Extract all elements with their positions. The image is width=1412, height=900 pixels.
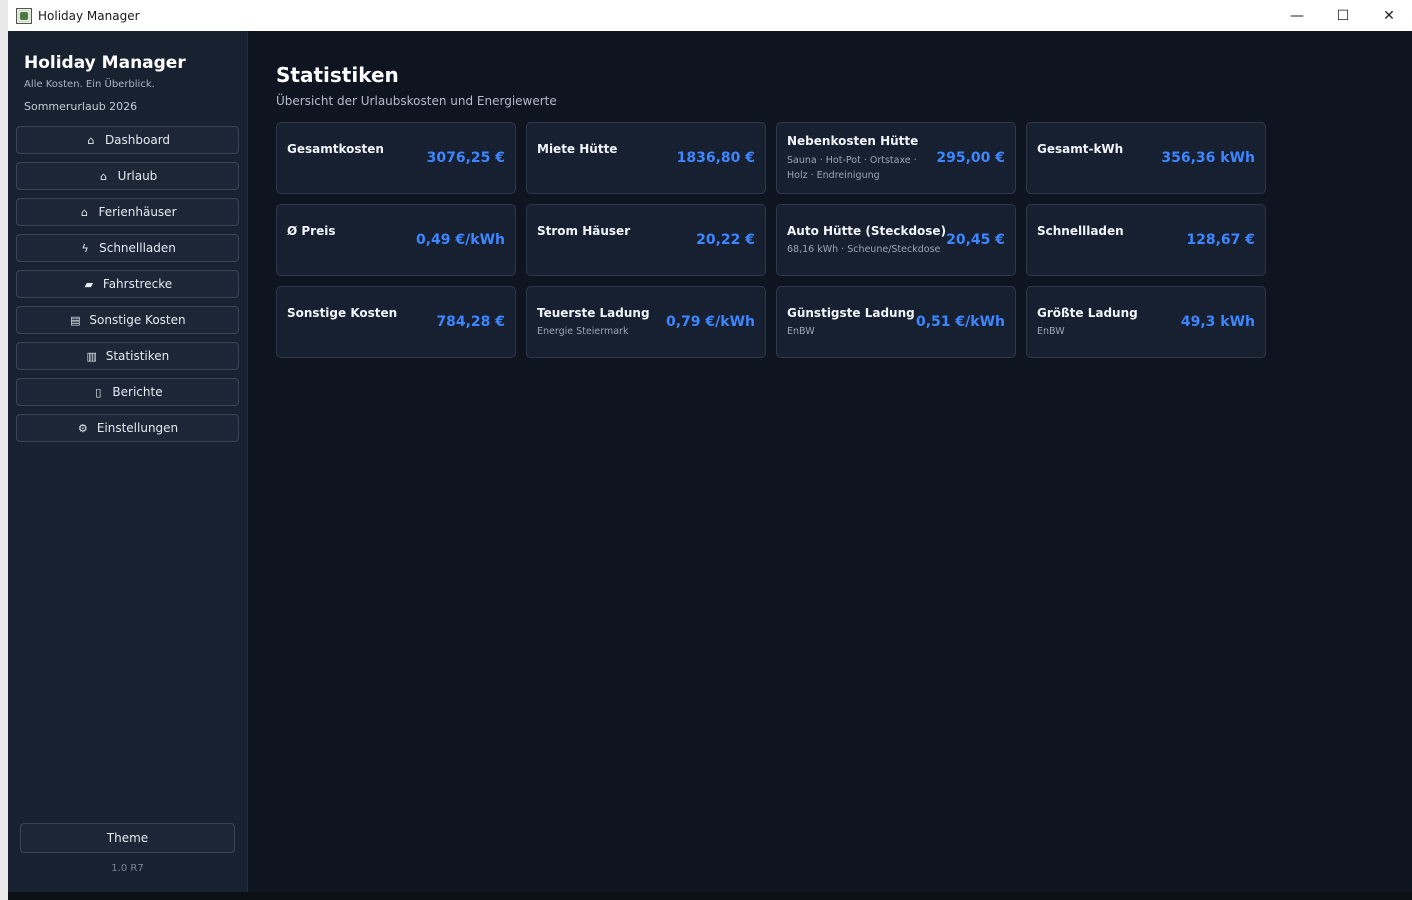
stat-value: 0,49 €/kWh bbox=[416, 232, 505, 248]
stat-value: 20,22 € bbox=[696, 232, 755, 248]
close-button[interactable]: ✕ bbox=[1366, 0, 1412, 31]
car-icon: ▰ bbox=[84, 277, 94, 291]
sidebar-item-label: Schnellladen bbox=[99, 241, 176, 255]
sidebar-item-fahrstrecke[interactable]: ▰ Fahrstrecke bbox=[16, 270, 239, 298]
stat-label: Strom Häuser bbox=[537, 224, 631, 238]
sidebar-item-dashboard[interactable]: ⌂ Dashboard bbox=[16, 126, 239, 154]
sidebar-item-schnellladen[interactable]: ϟ Schnellladen bbox=[16, 234, 239, 262]
stat-card-preis: Ø Preis 0,49 €/kWh bbox=[276, 204, 516, 276]
stat-label: Ø Preis bbox=[287, 224, 336, 238]
stat-card-schnellladen: Schnellladen 128,67 € bbox=[1026, 204, 1266, 276]
stat-sublabel: EnBW bbox=[787, 326, 815, 337]
stat-card-gesamtkosten: Gesamtkosten 3076,25 € bbox=[276, 122, 516, 194]
page-subtitle: Übersicht der Urlaubskosten und Energiew… bbox=[276, 94, 557, 108]
stat-card-auto-huette: Auto Hütte (Steckdose) 68,16 kWh · Scheu… bbox=[776, 204, 1016, 276]
stat-card-teuerste-ladung: Teuerste Ladung Energie Steiermark 0,79 … bbox=[526, 286, 766, 358]
tagline: Alle Kosten. Ein Überblick. bbox=[24, 79, 155, 90]
stat-value: 3076,25 € bbox=[426, 150, 505, 166]
sidebar-item-label: Urlaub bbox=[117, 169, 158, 183]
main-content: Statistiken Übersicht der Urlaubskosten … bbox=[248, 31, 1412, 892]
stat-card-sonstige-kosten: Sonstige Kosten 784,28 € bbox=[276, 286, 516, 358]
window-controls: — ☐ ✕ bbox=[1274, 0, 1412, 31]
stat-card-groesste-ladung: Größte Ladung EnBW 49,3 kWh bbox=[1026, 286, 1266, 358]
stat-card-miete-huette: Miete Hütte 1836,80 € bbox=[526, 122, 766, 194]
stat-label: Sonstige Kosten bbox=[287, 306, 398, 320]
cart-icon: ▤ bbox=[70, 313, 81, 327]
stat-value: 784,28 € bbox=[436, 314, 505, 330]
sidebar-item-einstellungen[interactable]: ⚙ Einstellungen bbox=[16, 414, 239, 442]
app-icon bbox=[16, 7, 32, 24]
stat-card-nebenkosten-huette: Nebenkosten Hütte Sauna · Hot-Pot · Orts… bbox=[776, 122, 1016, 194]
sidebar-item-label: Berichte bbox=[112, 385, 163, 399]
lightning-icon: ϟ bbox=[81, 241, 89, 255]
sidebar-item-label: Statistiken bbox=[105, 349, 170, 363]
sidebar-nav: ⌂ Dashboard ⌂ Urlaub ⌂ Ferienhäuser ϟ Sc… bbox=[16, 126, 239, 450]
stat-value: 1836,80 € bbox=[676, 150, 755, 166]
theme-button[interactable]: Theme bbox=[20, 823, 235, 853]
sidebar-item-label: Dashboard bbox=[104, 133, 171, 147]
stat-sublabel: 68,16 kWh · Scheune/Steckdose bbox=[787, 244, 941, 255]
stat-label: Günstigste Ladung bbox=[787, 306, 915, 320]
stat-card-strom-haeuser: Strom Häuser 20,22 € bbox=[526, 204, 766, 276]
sidebar: Holiday Manager Alle Kosten. Ein Überbli… bbox=[8, 31, 248, 892]
stat-label: Gesamtkosten bbox=[287, 142, 384, 156]
stat-value: 295,00 € bbox=[936, 150, 1005, 166]
document-icon: ▯ bbox=[95, 385, 102, 399]
stat-sublabel: Sauna · Hot-Pot · Ortstaxe · Holz · Endr… bbox=[787, 155, 917, 181]
minimize-button[interactable]: — bbox=[1274, 0, 1320, 31]
app-name: Holiday Manager bbox=[24, 53, 186, 73]
stat-label: Miete Hütte bbox=[537, 142, 618, 156]
stat-label: Schnellladen bbox=[1037, 224, 1124, 238]
maximize-button[interactable]: ☐ bbox=[1320, 0, 1366, 31]
page-title: Statistiken bbox=[276, 63, 399, 87]
stat-value: 0,79 €/kWh bbox=[666, 314, 755, 330]
stat-value: 0,51 €/kWh bbox=[916, 314, 1005, 330]
trip-name: Sommerurlaub 2026 bbox=[24, 100, 138, 113]
stat-label: Auto Hütte (Steckdose) bbox=[787, 224, 947, 238]
sidebar-item-sonstige-kosten[interactable]: ▤ Sonstige Kosten bbox=[16, 306, 239, 334]
sidebar-item-label: Einstellungen bbox=[96, 421, 179, 435]
taskbar-edge bbox=[8, 892, 1412, 900]
bar-chart-icon: ▥ bbox=[86, 349, 97, 363]
sidebar-item-urlaub[interactable]: ⌂ Urlaub bbox=[16, 162, 239, 190]
gear-icon: ⚙ bbox=[77, 421, 88, 435]
sidebar-item-label: Ferienhäuser bbox=[98, 205, 177, 219]
stat-card-guenstigste-ladung: Günstigste Ladung EnBW 0,51 €/kWh bbox=[776, 286, 1016, 358]
stat-value: 356,36 kWh bbox=[1161, 150, 1255, 166]
stat-label: Größte Ladung bbox=[1037, 306, 1138, 320]
house-icon: ⌂ bbox=[87, 133, 95, 147]
stat-value: 49,3 kWh bbox=[1180, 314, 1255, 330]
stat-card-gesamt-kwh: Gesamt-kWh 356,36 kWh bbox=[1026, 122, 1266, 194]
window-title: Holiday Manager bbox=[38, 8, 140, 23]
title-bar: Holiday Manager — ☐ ✕ bbox=[8, 0, 1412, 31]
stat-label: Gesamt-kWh bbox=[1037, 142, 1124, 156]
stat-label: Teuerste Ladung bbox=[537, 306, 650, 320]
sidebar-item-ferienhaeuser[interactable]: ⌂ Ferienhäuser bbox=[16, 198, 239, 226]
sidebar-item-label: Fahrstrecke bbox=[102, 277, 173, 291]
stat-value: 128,67 € bbox=[1186, 232, 1255, 248]
sidebar-item-statistiken[interactable]: ▥ Statistiken bbox=[16, 342, 239, 370]
cabin-icon: ⌂ bbox=[80, 205, 88, 219]
stat-value: 20,45 € bbox=[946, 232, 1005, 248]
home-icon: ⌂ bbox=[100, 169, 108, 183]
sidebar-item-berichte[interactable]: ▯ Berichte bbox=[16, 378, 239, 406]
sidebar-item-label: Sonstige Kosten bbox=[89, 313, 186, 327]
window-edge bbox=[0, 0, 8, 900]
stat-sublabel: EnBW bbox=[1037, 326, 1065, 337]
stat-label: Nebenkosten Hütte bbox=[787, 134, 919, 148]
version-label: 1.0 R7 bbox=[111, 863, 144, 874]
